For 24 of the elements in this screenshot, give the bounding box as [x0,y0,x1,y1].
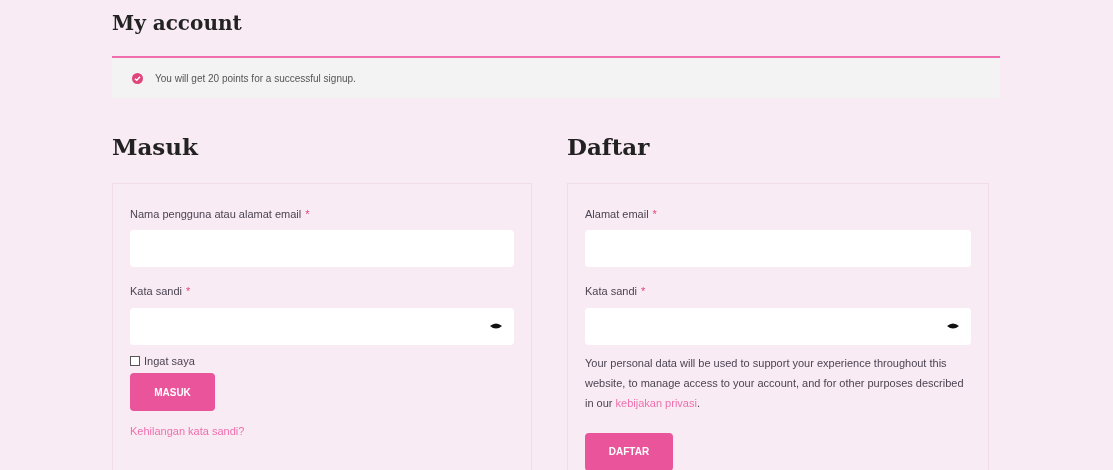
page-title: My account [112,10,243,37]
required-mark: * [186,284,191,299]
lost-password-link[interactable]: Kehilangan kata sandi? [130,423,514,440]
password-field[interactable] [130,307,514,345]
checkbox[interactable] [130,355,140,366]
required-mark: * [641,284,646,299]
required-mark: * [305,206,310,222]
privacy-policy-link[interactable]: kebijakan privasi [615,396,697,409]
field-label: Alamat email [585,206,649,222]
register-button[interactable]: DAFTAR [585,432,673,470]
privacy-text: Your personal data will be used to support your experience throughout this website, to manage access to your account, and for other purposes described in our kebijakan privasi. [585,355,965,411]
field-label: Nama pengguna atau alamat email [130,206,302,222]
eye-icon[interactable] [947,322,959,330]
section-heading: Masuk [112,132,200,162]
password-field[interactable] [585,307,971,345]
field-label: Kata sandi [130,284,182,299]
check-icon [132,72,143,84]
checkbox-label: Ingat saya [144,353,195,369]
required-mark: * [652,206,657,222]
eye-icon[interactable] [490,322,502,330]
field-label: Kata sandi [585,284,637,299]
login-button[interactable]: MASUK [130,373,215,411]
section-heading: Daftar [567,132,651,162]
notice-text: You will get 20 points for a successful signup. [155,71,356,86]
